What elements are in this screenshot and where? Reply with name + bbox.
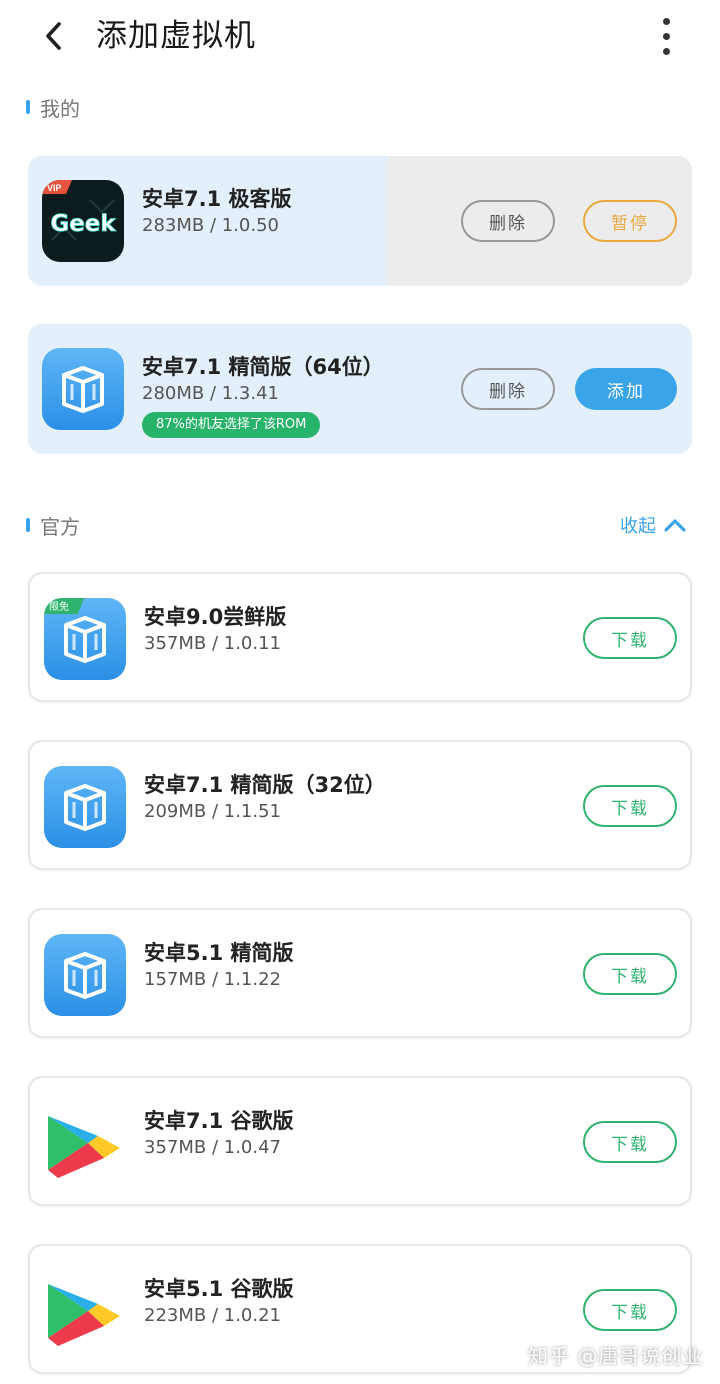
back-button[interactable] (34, 14, 74, 58)
vm-cube-icon: 限免 (44, 598, 126, 680)
vm-size-version: 283MB / 1.0.50 (142, 215, 279, 236)
vm-size-version: 357MB / 1.0.11 (144, 633, 281, 654)
chevron-up-icon (664, 519, 686, 532)
download-button[interactable]: 下载 (583, 953, 677, 995)
chevron-left-icon (46, 22, 61, 50)
page-title: 添加虚拟机 (96, 18, 256, 54)
download-button[interactable]: 下载 (583, 617, 677, 659)
section-indicator (26, 518, 30, 532)
more-vertical-icon (662, 17, 670, 25)
vm-size-version: 223MB / 1.0.21 (144, 1305, 281, 1326)
add-button[interactable]: 添加 (575, 368, 677, 410)
section-indicator (26, 100, 30, 114)
vm-card-android-9[interactable]: 限免 安卓9.0尝鲜版 357MB / 1.0.11 下载 (28, 572, 692, 702)
geek-logo-text: Geek (50, 211, 116, 237)
google-play-icon (44, 1102, 126, 1184)
download-button[interactable]: 下载 (583, 785, 677, 827)
more-dot (662, 32, 670, 40)
vm-name: 安卓5.1 精简版 (144, 941, 294, 965)
section-title: 官方 (40, 514, 80, 539)
vm-cube-icon (44, 934, 126, 1016)
section-official-header: 官方 (26, 510, 80, 540)
download-button[interactable]: 下载 (583, 1121, 677, 1163)
vm-name: 安卓7.1 精简版（64位） (142, 355, 384, 379)
vm-size-version: 209MB / 1.1.51 (144, 801, 281, 822)
vm-size-version: 157MB / 1.1.22 (144, 969, 281, 990)
vm-name: 安卓7.1 精简版（32位） (144, 773, 386, 797)
vm-card-lite-64[interactable]: 安卓7.1 精简版（64位） 280MB / 1.3.41 87%的机友选择了该… (28, 324, 692, 454)
vm-name: 安卓9.0尝鲜版 (144, 605, 287, 629)
section-title: 我的 (40, 96, 80, 121)
watermark: 知乎 @唐哥说创业 (528, 1344, 704, 1368)
popularity-badge: 87%的机友选择了该ROM (142, 412, 321, 438)
vm-name: 安卓5.1 谷歌版 (144, 1277, 294, 1301)
more-options-button[interactable] (646, 12, 686, 60)
delete-button[interactable]: 删除 (461, 200, 555, 242)
vm-cube-icon (42, 348, 124, 430)
collapse-button[interactable]: 收起 (620, 510, 686, 540)
vm-card-geek[interactable]: VIP Geek 安卓7.1 极客版 283MB / 1.0.50 删除 暂停 (28, 156, 692, 286)
pause-button[interactable]: 暂停 (583, 200, 677, 242)
collapse-label: 收起 (620, 516, 656, 537)
vm-size-version: 280MB / 1.3.41 (142, 383, 279, 404)
vip-badge: VIP (47, 183, 62, 193)
vm-cube-icon (44, 766, 126, 848)
delete-button[interactable]: 删除 (461, 368, 555, 410)
free-badge: 限免 (49, 600, 69, 613)
vm-card-android-5-lite[interactable]: 安卓5.1 精简版 157MB / 1.1.22 下载 (28, 908, 692, 1038)
vm-size-version: 357MB / 1.0.47 (144, 1137, 281, 1158)
vm-name: 安卓7.1 极客版 (142, 187, 292, 211)
download-button[interactable]: 下载 (583, 1289, 677, 1331)
vm-card-android-7-google[interactable]: 安卓7.1 谷歌版 357MB / 1.0.47 下载 (28, 1076, 692, 1206)
google-play-icon (44, 1270, 126, 1352)
app-bar: 添加虚拟机 (0, 0, 720, 76)
section-mine-header: 我的 (26, 92, 80, 122)
vm-name: 安卓7.1 谷歌版 (144, 1109, 294, 1133)
vm-card-lite-32[interactable]: 安卓7.1 精简版（32位） 209MB / 1.1.51 下载 (28, 740, 692, 870)
more-dot (662, 47, 670, 55)
geek-icon: VIP Geek (42, 180, 124, 262)
